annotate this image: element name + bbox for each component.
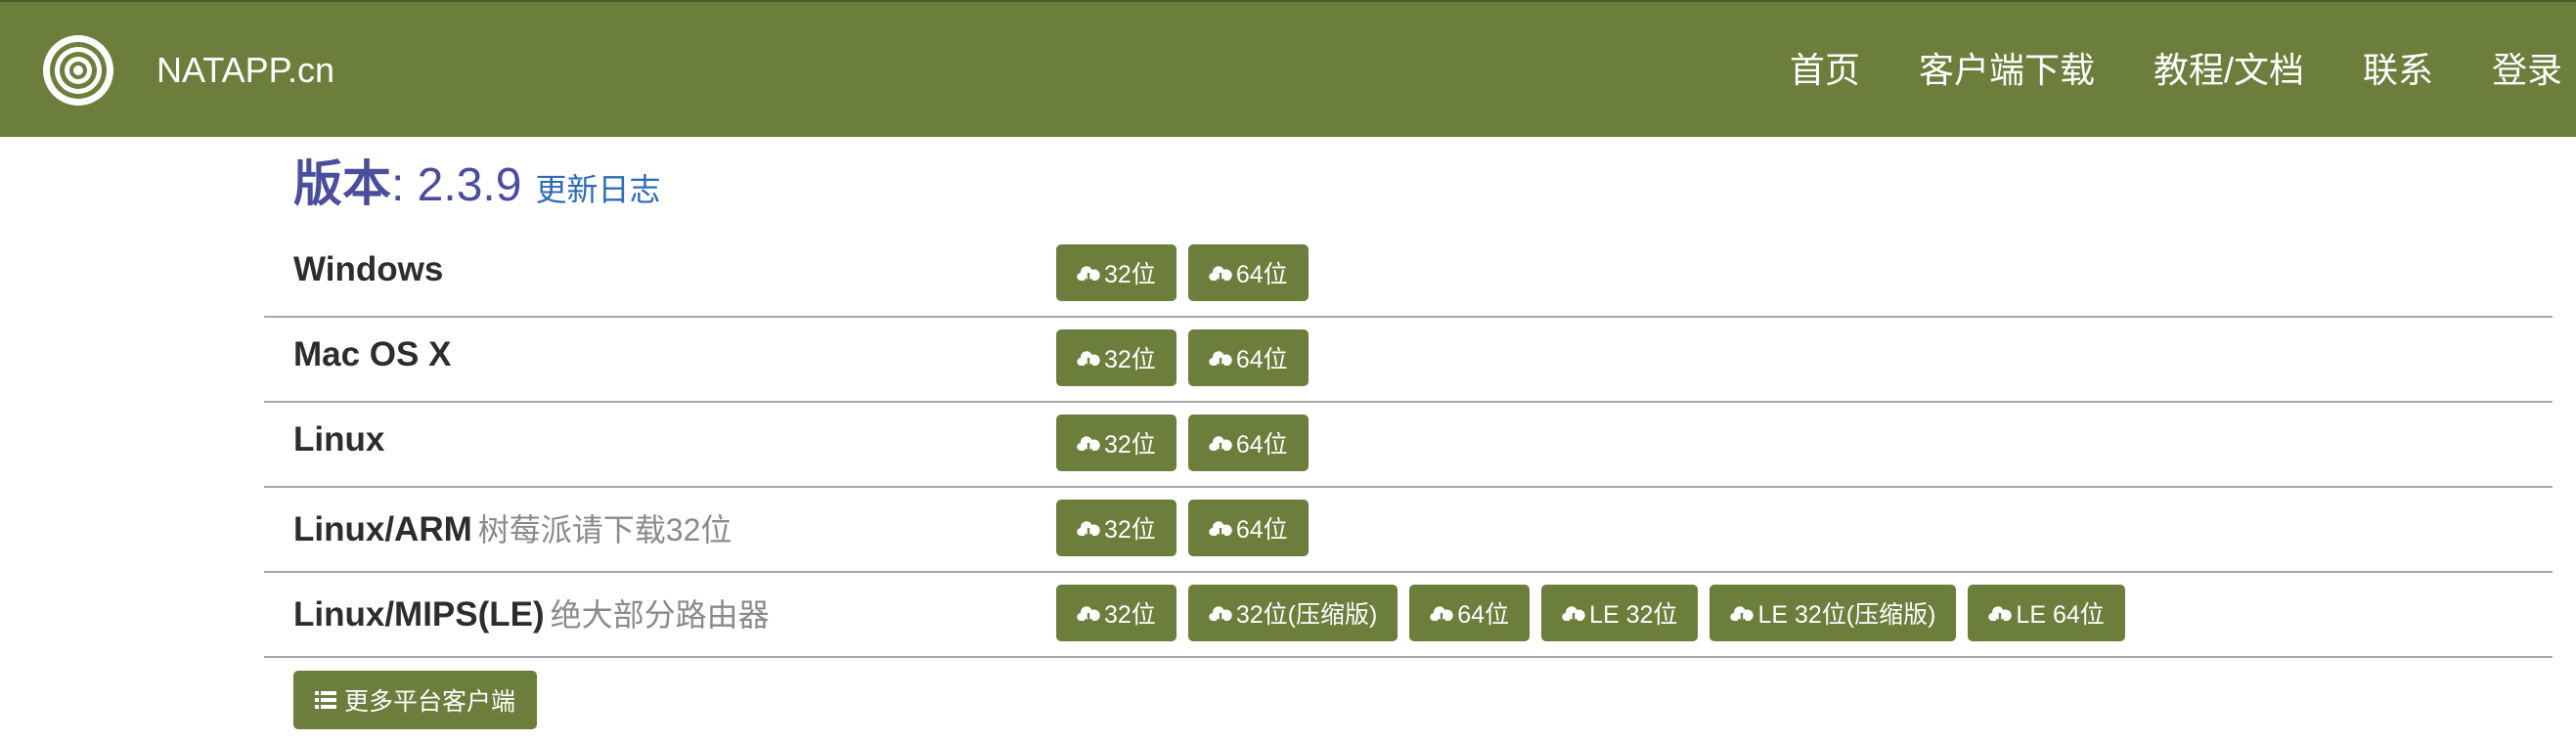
download-buttons: 32位 64位	[1056, 329, 1309, 386]
download-buttons: 32位 64位	[1056, 500, 1309, 556]
download-button-label: LE 64位	[2016, 601, 2105, 629]
download-button[interactable]: LE 64位	[1968, 585, 2125, 641]
cloud-download-icon	[1209, 603, 1232, 625]
nav-home[interactable]: 首页	[1790, 45, 1860, 96]
cloud-download-icon	[1988, 603, 2013, 625]
download-button-label: 64位	[1235, 516, 1288, 544]
main-nav: 首页 客户端下载 教程/文档 联系 登录	[1790, 45, 2562, 96]
nav-contact[interactable]: 联系	[2363, 45, 2433, 96]
cloud-download-icon	[1209, 348, 1232, 370]
cloud-download-icon	[1077, 433, 1100, 455]
download-button[interactable]: 32位	[1056, 244, 1177, 301]
download-buttons: 32位 32位(压缩版) 64位 LE 32位 LE 32位(压缩版) LE 64位	[1056, 585, 2125, 641]
cloud-download-icon	[1077, 603, 1100, 625]
download-button[interactable]: 32位(压缩版)	[1187, 585, 1399, 641]
download-button-label: LE 32位	[1589, 601, 1678, 629]
more-platforms-label: 更多平台客户端	[344, 688, 516, 716]
platform-name-text: Mac OS X	[293, 335, 452, 373]
natapp-logo-icon[interactable]	[41, 33, 115, 108]
version-header: 版本 : 2.3.9 更新日志	[293, 145, 660, 215]
cloud-download-icon	[1430, 603, 1453, 625]
version-label: 版本	[293, 156, 391, 211]
download-button-label: 64位	[1235, 431, 1288, 459]
list-icon	[315, 691, 336, 709]
platform-note: 绝大部分路由器	[550, 597, 770, 633]
platform-name-text: Linux	[293, 420, 385, 459]
download-buttons: 32位 64位	[1056, 244, 1309, 301]
download-button[interactable]: 64位	[1187, 415, 1309, 471]
download-button-label: 32位	[1104, 516, 1156, 544]
platform-row: Linux/ARM 树莓派请下载32位 32位 64位	[264, 488, 2553, 573]
cloud-download-icon	[1209, 263, 1232, 284]
download-button-label: 32位	[1104, 431, 1156, 459]
download-button[interactable]: 32位	[1056, 415, 1177, 471]
version-number: : 2.3.9	[391, 159, 522, 211]
download-button-label: 32位(压缩版)	[1235, 601, 1378, 629]
download-button-label: 64位	[1235, 346, 1288, 373]
platform-list: Windows 32位 64位 Mac OS X 32位 64位 Linux 32位 64位 Li…	[264, 233, 2553, 658]
platform-name-text: Linux/MIPS(LE)	[293, 595, 545, 634]
platform-name: Windows	[293, 250, 443, 289]
top-navbar: NATAPP.cn 首页 客户端下载 教程/文档 联系 登录	[0, 0, 2576, 137]
download-buttons: 32位 64位	[1056, 415, 1309, 471]
platform-note: 树莓派请下载32位	[477, 512, 733, 547]
nav-tutorial-docs[interactable]: 教程/文档	[2154, 45, 2304, 96]
platform-name-text: Linux/ARM	[293, 510, 472, 548]
platform-name: Mac OS X	[293, 335, 451, 374]
download-button-label: 64位	[1457, 601, 1510, 629]
cloud-download-icon	[1077, 263, 1100, 284]
cloud-download-icon	[1077, 518, 1100, 540]
cloud-download-icon	[1730, 603, 1754, 625]
download-button[interactable]: 64位	[1187, 329, 1309, 386]
brand-name[interactable]: NATAPP.cn	[156, 49, 334, 92]
download-button-label: 64位	[1235, 261, 1288, 288]
download-button[interactable]: 64位	[1409, 585, 1531, 641]
platform-row: Linux/MIPS(LE) 绝大部分路由器 32位 32位(压缩版) 64位 LE 32…	[264, 573, 2553, 658]
platform-row: Linux 32位 64位	[264, 403, 2553, 488]
download-button[interactable]: LE 32位(压缩版)	[1710, 585, 1957, 641]
download-button-label: 32位	[1104, 261, 1156, 288]
download-button[interactable]: 32位	[1056, 329, 1177, 386]
cloud-download-icon	[1562, 603, 1585, 625]
platform-name: Linux	[293, 420, 384, 459]
download-button[interactable]: LE 32位	[1541, 585, 1699, 641]
download-button[interactable]: 64位	[1187, 500, 1309, 556]
download-button-label: 32位	[1104, 346, 1156, 373]
more-platforms-button[interactable]: 更多平台客户端	[293, 671, 538, 729]
cloud-download-icon	[1209, 518, 1232, 540]
download-button-label: 32位	[1104, 601, 1156, 629]
download-button[interactable]: 64位	[1187, 244, 1309, 301]
download-button-label: LE 32位(压缩版)	[1757, 601, 1936, 629]
nav-login[interactable]: 登录	[2492, 45, 2562, 96]
cloud-download-icon	[1077, 348, 1100, 370]
platform-name-text: Windows	[293, 250, 444, 288]
download-button[interactable]: 32位	[1056, 585, 1177, 641]
platform-name: Linux/MIPS(LE) 绝大部分路由器	[293, 590, 770, 635]
cloud-download-icon	[1209, 433, 1232, 455]
platform-row: Windows 32位 64位	[264, 233, 2553, 318]
platform-row: Mac OS X 32位 64位	[264, 318, 2553, 403]
changelog-link[interactable]: 更新日志	[535, 165, 660, 210]
nav-client-download[interactable]: 客户端下载	[1919, 45, 2095, 96]
platform-name: Linux/ARM 树莓派请下载32位	[293, 505, 732, 550]
download-button[interactable]: 32位	[1056, 500, 1177, 556]
